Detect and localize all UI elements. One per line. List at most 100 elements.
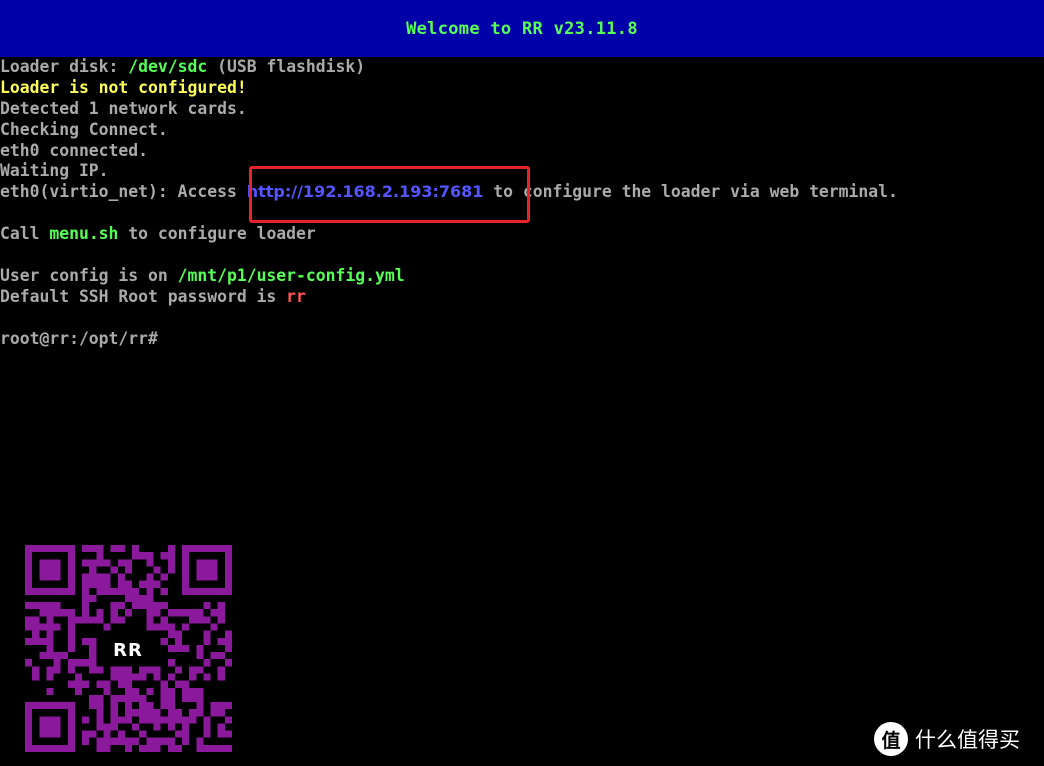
qr-module [160,616,168,624]
qr-module [110,673,118,681]
qr-module [110,545,118,553]
qr-module [89,694,97,703]
shell-prompt[interactable]: root@rr:/opt/rr# [0,329,1044,350]
qr-module [196,559,218,581]
qr-module [139,666,147,674]
qr-module [89,644,97,653]
qr-module [167,623,175,631]
qr-module [160,694,168,703]
qr-module [74,687,83,695]
qr-module [153,737,161,745]
qr-module [25,659,33,667]
qr-module [110,609,118,617]
qr-module [32,637,40,645]
qr-module [182,680,190,688]
qr-module [217,652,225,660]
qr-module [82,587,90,595]
qr-module [139,673,147,681]
qr-module [174,716,183,724]
qr-module [46,687,54,695]
qr-module [132,545,140,553]
qr-module [39,637,47,645]
loader-disk-type: (USB flashdisk) [207,57,366,76]
qr-module [182,723,190,731]
qr-module [224,630,232,638]
qr-module [146,687,154,695]
qr-module [39,559,61,581]
qr-module [189,609,197,617]
qr-module [139,744,147,752]
qr-module [139,694,147,703]
qr-module [82,609,90,617]
qr-module [96,580,104,588]
qr-module [67,630,75,638]
qr-module [96,587,104,595]
qr-module [74,659,83,667]
qr-module [182,730,190,738]
qr-module [182,737,190,745]
qr-module [74,673,83,681]
qr-module [146,737,154,745]
qr-module [96,737,104,745]
loader-disk-path: /dev/sdc [128,57,208,76]
qr-module [89,559,97,567]
qr-module [96,680,104,688]
menu-command: menu.sh [49,224,119,244]
qr-module [160,702,168,710]
qr-module [167,694,175,703]
qr-module [224,644,232,653]
qr-module [39,609,47,617]
qr-module [174,609,183,617]
qr-module [53,623,61,631]
qr-module [153,723,161,731]
qr-module [146,580,154,588]
qr-module [124,609,133,617]
qr-module [132,737,140,745]
qr-module [217,609,225,617]
qr-module [189,666,197,674]
qr-module [153,673,161,681]
qr-module [96,666,104,674]
qr-module [153,602,161,610]
qr-module [167,659,175,667]
qr-module [117,737,125,745]
qr-module [132,552,140,560]
qr-module [96,559,104,567]
qr-module [46,644,54,653]
qr-module [203,616,211,624]
qr-module [132,602,140,610]
qr-module [167,566,175,574]
qr-module [124,716,133,724]
qr-module [167,687,175,695]
console-line-ssh-password: Default SSH Root password is rr [0,287,1044,308]
console-line-checking-connect: Checking Connect. [0,119,168,139]
qr-module [160,637,168,645]
qr-module [117,602,125,610]
qr-module [117,573,125,581]
qr-module [53,659,61,667]
qr-module [210,744,218,752]
qr-module [89,594,97,603]
qr-module [160,687,168,695]
qr-module [25,637,33,645]
qr-module [196,702,204,710]
qr-module [167,552,175,560]
qr-module [82,559,90,567]
qr-module [167,545,175,553]
qr-module [39,652,47,660]
qr-module [67,659,75,667]
url-highlight-box [249,166,530,223]
qr-module [224,659,232,667]
site-watermark: 值 什么值得买 [874,722,1020,756]
qr-module [167,744,175,752]
qr-module [96,716,104,724]
qr-module [132,594,140,603]
qr-module [217,616,225,624]
qr-module [160,552,168,560]
qr-module [146,594,154,603]
ssh-password-prefix: Default SSH Root password is [0,286,287,306]
qr-module [110,616,118,624]
qr-module [96,723,104,731]
qr-module [117,580,125,588]
